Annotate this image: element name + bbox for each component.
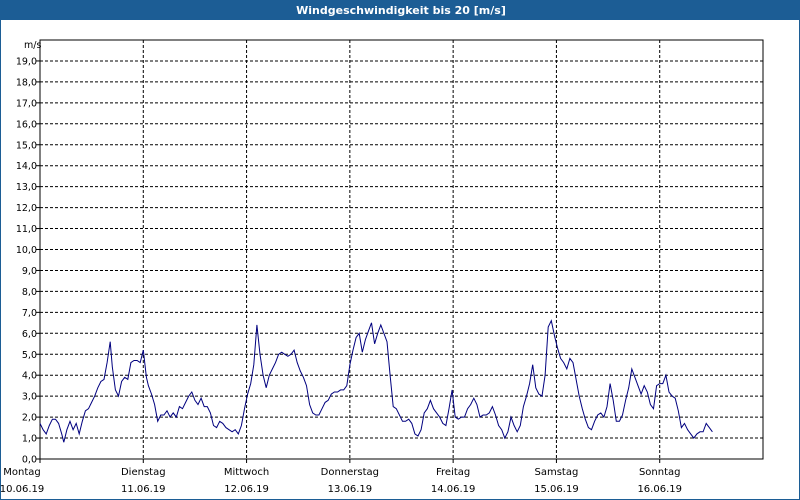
x-tick-date-label: 10.06.19 [0, 484, 44, 495]
x-tick-date-label: 13.06.19 [328, 484, 373, 495]
y-tick-label: 15,0 [16, 140, 37, 151]
y-tick-label: 16,0 [16, 119, 37, 130]
x-tick-day-label: Freitag [436, 467, 470, 478]
x-tick-date-label: 14.06.19 [431, 484, 476, 495]
y-tick-label: 19,0 [16, 56, 37, 67]
y-tick-label: 12,0 [16, 203, 37, 214]
x-tick-day-label: Mittwoch [224, 467, 269, 478]
x-tick-day-label: Samstag [535, 467, 579, 478]
y-tick-label: 4,0 [22, 371, 37, 382]
x-tick-date-label: 16.06.19 [637, 484, 682, 495]
y-tick-label: 9,0 [22, 266, 37, 277]
y-tick-label: 17,0 [16, 98, 37, 109]
y-axis-ticks: 0,0 1,0 2,0 3,0 4,0 5,0 6,0 7,0 8,0 9,0 10,0 11,0 12… [16, 56, 40, 466]
y-tick-label: 7,0 [22, 308, 37, 319]
x-tick-day-label: Montag [3, 467, 40, 478]
y-tick-label: 2,0 [22, 413, 37, 424]
y-tick-label: 13,0 [16, 182, 37, 193]
x-tick-date-label: 15.06.19 [534, 484, 579, 495]
y-tick-label: 5,0 [22, 350, 37, 361]
y-tick-label: 1,0 [22, 434, 37, 445]
y-tick-label: 10,0 [16, 245, 37, 256]
x-tick-day-label: Donnerstag [321, 467, 379, 478]
x-tick-day-label: Sonntag [639, 467, 681, 478]
y-tick-label: 18,0 [16, 77, 37, 88]
y-tick-label: 11,0 [16, 224, 37, 235]
x-axis-ticks: Montag 10.06.19 Dienstag 11.06.19 Mittwoch 12… [0, 459, 682, 495]
y-tick-label: 6,0 [22, 329, 37, 340]
x-tick-day-label: Dienstag [121, 467, 166, 478]
x-tick-date-label: 11.06.19 [121, 484, 166, 495]
y-tick-label: 8,0 [22, 287, 37, 298]
y-axis-unit-label: m/s [24, 40, 41, 51]
x-tick-date-label: 12.06.19 [224, 484, 269, 495]
y-tick-label: 0,0 [22, 455, 37, 466]
y-tick-label: 3,0 [22, 392, 37, 403]
wind-speed-chart: 0,0 1,0 2,0 3,0 4,0 5,0 6,0 7,0 8,0 9,0 10,0 11,0 12… [0, 39, 764, 495]
y-tick-label: 14,0 [16, 161, 37, 172]
